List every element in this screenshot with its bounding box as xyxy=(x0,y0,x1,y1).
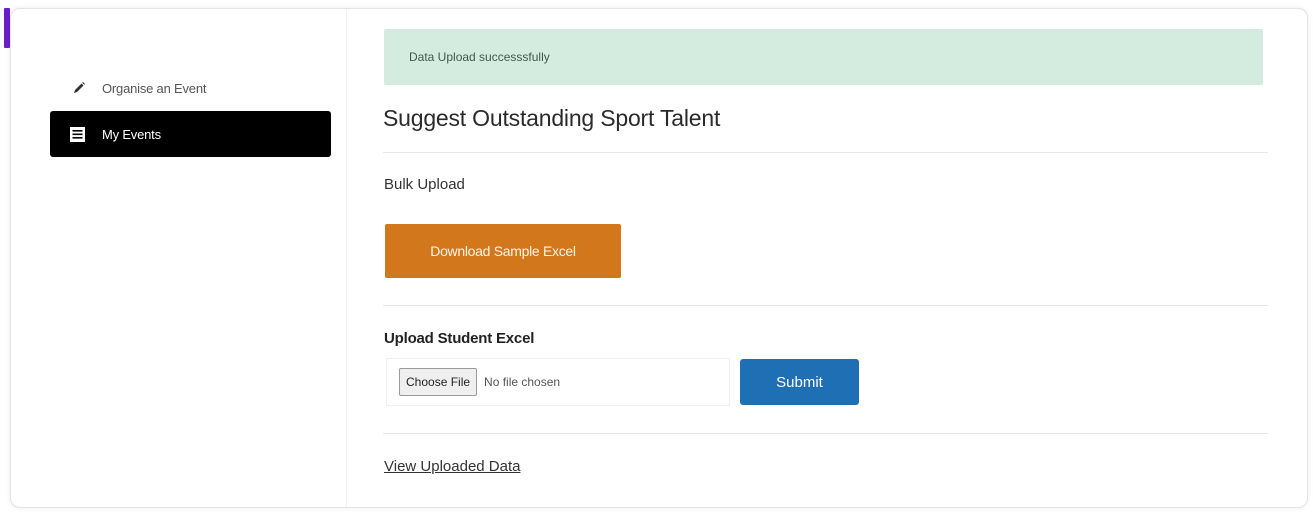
bulk-upload-label: Bulk Upload xyxy=(384,176,465,193)
sidebar-item-organise-event[interactable]: Organise an Event xyxy=(50,65,331,111)
success-alert: Data Upload successsfully xyxy=(384,29,1263,85)
pencil-icon xyxy=(70,79,88,97)
sidebar-item-label: Organise an Event xyxy=(102,80,207,96)
alert-message: Data Upload successsfully xyxy=(409,50,550,64)
divider xyxy=(383,305,1268,306)
file-input[interactable]: Choose File No file chosen xyxy=(386,358,730,406)
sidebar-item-my-events[interactable]: My Events xyxy=(50,111,331,157)
submit-button[interactable]: Submit xyxy=(740,359,859,405)
divider xyxy=(383,433,1268,434)
upload-student-excel-label: Upload Student Excel xyxy=(384,330,535,347)
choose-file-button[interactable]: Choose File xyxy=(399,368,478,396)
download-sample-excel-button[interactable]: Download Sample Excel xyxy=(385,224,621,278)
sidebar-item-label: My Events xyxy=(102,126,161,142)
main-card: Organise an Event My Events Data Upload … xyxy=(10,8,1308,508)
content-divider xyxy=(346,9,347,507)
file-status-text: No file chosen xyxy=(484,375,561,389)
sidebar: Organise an Event My Events xyxy=(11,9,346,507)
list-icon xyxy=(68,125,86,143)
page-title: Suggest Outstanding Sport Talent xyxy=(383,105,721,131)
view-uploaded-data-link[interactable]: View Uploaded Data xyxy=(384,458,520,475)
divider xyxy=(383,152,1268,153)
